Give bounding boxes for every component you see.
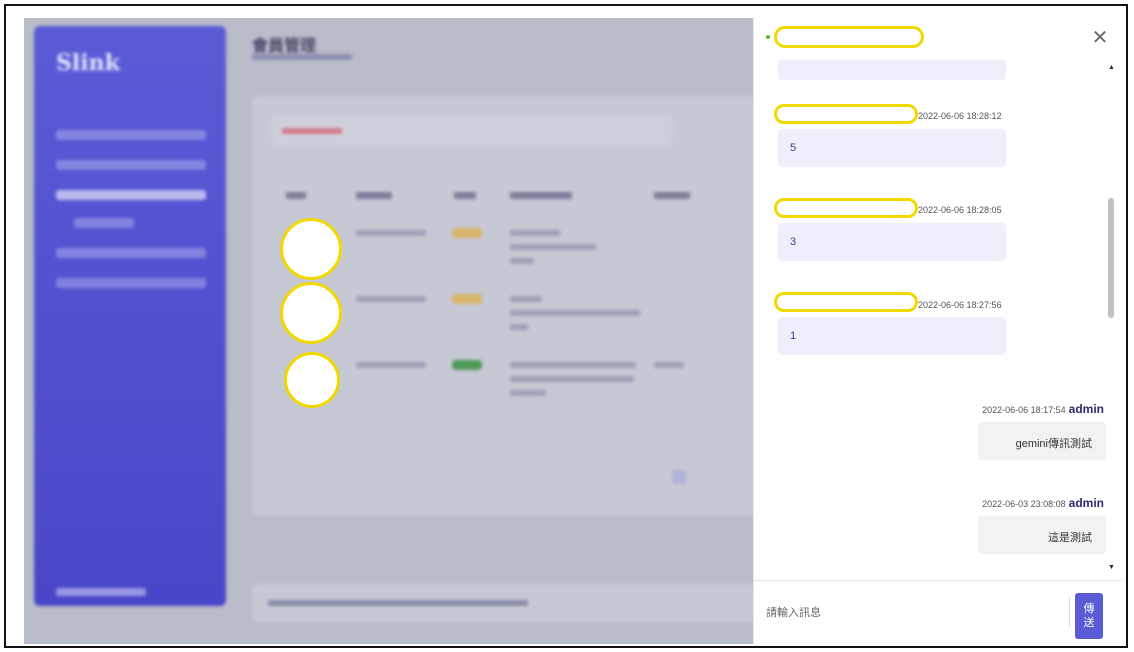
message-timestamp: 2022-06-06 18:28:12: [918, 111, 1002, 121]
message-bubble: [778, 60, 1006, 80]
table-cell: [356, 362, 426, 368]
sidebar-item[interactable]: [56, 278, 206, 288]
sidebar-item[interactable]: [56, 248, 206, 258]
footer-text: [268, 600, 528, 606]
table-cell: [356, 296, 426, 302]
sidebar-item[interactable]: [56, 130, 206, 140]
message-timestamp: 2022-06-06 18:28:05: [918, 205, 1002, 215]
message-bubble: 這是測試: [978, 516, 1106, 554]
table-cell: [654, 362, 684, 368]
sender-name-redacted: [774, 104, 918, 124]
table-cell: [510, 362, 636, 368]
app-viewport: Slink 會員管理 ✕ 2022-06-06 18:28:12 5 2022-…: [24, 18, 1122, 644]
table-header: [356, 192, 392, 199]
scroll-down-icon[interactable]: ▼: [1108, 564, 1115, 571]
table-header: [454, 192, 476, 199]
message-composer: 傳送: [754, 580, 1122, 644]
message-bubble: 1: [778, 317, 1006, 355]
table-cell: [510, 244, 596, 250]
search-placeholder: [282, 128, 342, 134]
status-badge: [452, 294, 482, 304]
contact-name-redacted: [774, 26, 924, 48]
message-timestamp: 2022-06-03 23:08:08: [982, 499, 1066, 509]
message-scrollbar[interactable]: ▲ ▼: [1106, 58, 1116, 578]
scrollbar-thumb[interactable]: [1108, 198, 1114, 318]
message-bubble: 3: [778, 223, 1006, 261]
sidebar-item-active[interactable]: [56, 190, 206, 200]
avatar-redacted: [280, 218, 342, 280]
chat-drawer: ✕ 2022-06-06 18:28:12 5 2022-06-06 18:28…: [753, 18, 1122, 644]
app-logo: Slink: [56, 50, 120, 76]
message-meta: 2022-06-03 23:08:08 admin: [982, 496, 1104, 510]
message-bubble: 5: [778, 129, 1006, 167]
message-text: gemini傳訊測試: [1015, 438, 1092, 450]
message-meta: 2022-06-06 18:17:54 admin: [982, 402, 1104, 416]
table-cell: [510, 230, 560, 236]
message-text: 這是測試: [1048, 532, 1092, 544]
sender-name-redacted: [774, 198, 918, 218]
close-icon[interactable]: ✕: [1090, 28, 1110, 48]
pagination-button[interactable]: [672, 470, 686, 484]
sender-name-redacted: [774, 292, 918, 312]
sidebar-subitem[interactable]: [74, 218, 134, 228]
table-cell: [510, 258, 534, 264]
message-text: 5: [790, 142, 797, 154]
message-text: 3: [790, 236, 797, 248]
message-timestamp: 2022-06-06 18:17:54: [982, 405, 1066, 415]
message-text: 1: [790, 330, 797, 342]
message-input[interactable]: [764, 597, 1068, 629]
message-bubble: gemini傳訊測試: [978, 422, 1106, 460]
table-cell: [356, 230, 426, 236]
avatar-redacted: [284, 352, 340, 408]
table-header: [510, 192, 572, 199]
page-title: 會員管理: [252, 38, 317, 55]
status-badge: [452, 228, 482, 238]
table-cell: [510, 390, 546, 396]
table-cell: [510, 376, 634, 382]
sidebar-footer[interactable]: [56, 588, 146, 596]
status-badge: [452, 360, 482, 370]
send-button[interactable]: 傳送: [1075, 593, 1103, 639]
table-cell: [510, 296, 542, 302]
online-status-dot: [766, 35, 770, 39]
message-sender: admin: [1068, 496, 1104, 510]
table-header: [654, 192, 690, 199]
table-header: [286, 192, 306, 199]
composer-divider: [1069, 597, 1070, 627]
sidebar: Slink: [34, 26, 226, 606]
message-timestamp: 2022-06-06 18:27:56: [918, 300, 1002, 310]
breadcrumb: [252, 54, 352, 60]
avatar-redacted: [280, 282, 342, 344]
scroll-up-icon[interactable]: ▲: [1108, 64, 1115, 71]
table-cell: [510, 324, 528, 330]
window-frame: Slink 會員管理 ✕ 2022-06-06 18:28:12 5 2022-…: [4, 4, 1128, 648]
sidebar-item[interactable]: [56, 160, 206, 170]
message-list: 2022-06-06 18:28:12 5 2022-06-06 18:28:0…: [754, 60, 1112, 580]
message-sender: admin: [1068, 402, 1104, 416]
table-cell: [510, 310, 640, 316]
